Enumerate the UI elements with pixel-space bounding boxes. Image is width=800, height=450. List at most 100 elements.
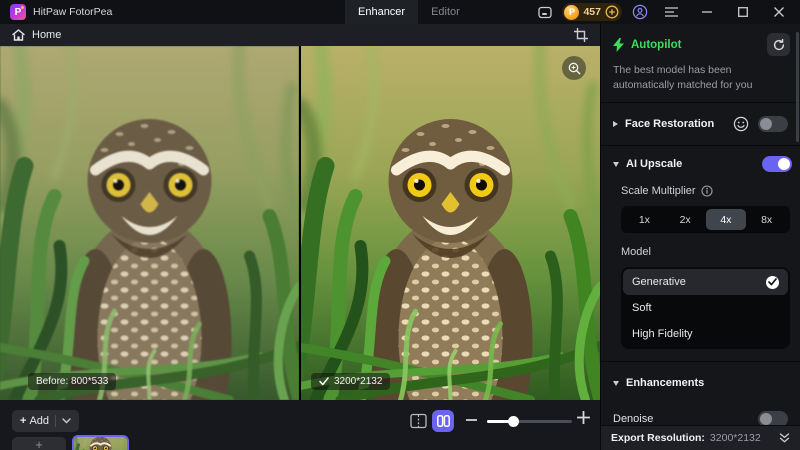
- close-button[interactable]: [766, 0, 792, 24]
- after-image-pane[interactable]: 3200*2132: [301, 46, 600, 400]
- double-chevron-down-icon[interactable]: [779, 433, 790, 443]
- face-restoration-toggle[interactable]: [758, 116, 788, 133]
- maximize-button[interactable]: [730, 0, 756, 24]
- crop-icon[interactable]: [574, 28, 588, 42]
- magnifier-plus-icon: [568, 62, 580, 74]
- chevron-down-icon: [613, 380, 619, 386]
- toggle-knob: [760, 413, 772, 426]
- home-label[interactable]: Home: [32, 29, 61, 41]
- before-image-pane[interactable]: Before: 800*533: [0, 46, 299, 400]
- model-option-high-fidelity[interactable]: High Fidelity: [623, 321, 788, 347]
- plus-icon: +: [20, 415, 27, 427]
- add-thumbnail-tile[interactable]: +: [12, 437, 66, 450]
- model-option-soft[interactable]: Soft: [623, 295, 788, 321]
- export-resolution-value: 3200*2132: [709, 432, 761, 444]
- toggle-knob: [760, 118, 772, 131]
- zoom-slider-knob[interactable]: [508, 416, 519, 427]
- scale-option-4x[interactable]: 4x: [705, 209, 747, 231]
- mode-tabs: Enhancer Editor: [345, 0, 473, 24]
- app-logo-icon: P: [10, 4, 26, 20]
- scale-multiplier-segmented: 1x 2x 4x 8x: [621, 206, 790, 234]
- ai-upscale-section: AI Upscale Scale Multiplier 1x 2x 4x 8x …: [601, 146, 800, 361]
- home-bar: Home: [0, 24, 600, 46]
- zoom-slider[interactable]: [487, 416, 572, 427]
- app-window: P HitPaw FotorPea Enhancer Editor P 457: [0, 0, 800, 450]
- main-area: Home Before: 800*533 3200*2132 + Add +: [0, 24, 600, 450]
- after-owl-image: [301, 46, 600, 400]
- coin-icon: P: [564, 4, 580, 20]
- scale-option-2x[interactable]: 2x: [665, 209, 706, 230]
- tile-plus-icon: +: [35, 437, 43, 450]
- add-image-button[interactable]: + Add: [12, 410, 80, 432]
- after-resolution-text: 3200*2132: [334, 376, 383, 387]
- after-resolution-badge: 3200*2132: [311, 373, 391, 390]
- autopilot-refresh-button[interactable]: [767, 33, 790, 56]
- add-credits-icon[interactable]: [605, 5, 619, 19]
- export-resolution-label: Export Resolution:: [611, 432, 705, 444]
- export-resolution-bar[interactable]: Export Resolution: 3200*2132: [601, 425, 800, 450]
- ai-upscale-toggle[interactable]: [762, 156, 792, 173]
- scale-multiplier-label-row: Scale Multiplier: [621, 185, 790, 197]
- enhancements-header[interactable]: Enhancements: [613, 372, 788, 394]
- app-name: HitPaw FotorPea: [33, 6, 113, 18]
- model-label: Model: [621, 246, 651, 259]
- bottom-toolbar: + Add +: [0, 400, 600, 450]
- home-icon[interactable]: [12, 29, 25, 41]
- add-button-divider: [55, 415, 57, 427]
- autopilot-description: The best model has been automatically ma…: [613, 64, 753, 91]
- chevron-right-icon: [613, 121, 618, 128]
- feedback-icon[interactable]: [538, 6, 553, 19]
- denoise-label: Denoise: [613, 413, 654, 426]
- chevron-down-icon: [613, 161, 619, 167]
- side-by-side-icon: [436, 415, 450, 427]
- selected-check-icon: [766, 275, 779, 289]
- minimize-button[interactable]: [694, 0, 720, 24]
- before-resolution-badge: Before: 800*533: [28, 373, 117, 390]
- autopilot-bolt-icon: [613, 37, 624, 52]
- enhancements-title: Enhancements: [626, 377, 705, 390]
- menu-icon[interactable]: [658, 0, 684, 24]
- add-label: Add: [29, 415, 50, 427]
- face-restoration-section[interactable]: Face Restoration: [601, 103, 800, 145]
- model-list: Generative Soft High Fidelity: [621, 267, 790, 350]
- model-option-generative[interactable]: Generative: [623, 269, 788, 296]
- account-icon[interactable]: [632, 4, 648, 20]
- ai-upscale-header[interactable]: AI Upscale: [613, 156, 792, 173]
- image-thumbnail[interactable]: [72, 435, 129, 450]
- credits-pill[interactable]: P 457: [562, 3, 622, 21]
- scale-multiplier-label: Scale Multiplier: [621, 185, 696, 198]
- model-option-label: Generative: [632, 276, 686, 289]
- before-resolution-text: Before: 800*533: [36, 376, 109, 387]
- before-owl-image: [0, 46, 299, 400]
- thumbnail-owl-image: [74, 437, 127, 450]
- scale-option-1x[interactable]: 1x: [624, 209, 665, 230]
- credits-count: 457: [583, 6, 601, 18]
- tab-editor[interactable]: Editor: [418, 0, 473, 24]
- toggle-knob: [778, 158, 790, 171]
- zoom-out-button[interactable]: [465, 412, 478, 424]
- chevron-down-icon[interactable]: [62, 418, 71, 424]
- magnifier-button[interactable]: [562, 56, 586, 80]
- face-preview-button[interactable]: [731, 114, 751, 134]
- smiley-icon: [733, 117, 749, 132]
- zoom-in-button[interactable]: [576, 410, 591, 427]
- model-option-label: High Fidelity: [632, 328, 693, 341]
- tab-enhancer[interactable]: Enhancer: [345, 0, 419, 24]
- autopilot-title: Autopilot: [631, 38, 682, 51]
- autopilot-header: Autopilot: [601, 24, 800, 56]
- titlebar-actions: P 457: [538, 0, 792, 24]
- refresh-icon: [773, 38, 784, 50]
- face-restoration-title: Face Restoration: [625, 118, 715, 131]
- titlebar: P HitPaw FotorPea Enhancer Editor P 457: [0, 0, 800, 24]
- side-by-side-view-button[interactable]: [432, 410, 454, 432]
- scale-option-8x[interactable]: 8x: [746, 209, 787, 230]
- ai-upscale-title: AI Upscale: [626, 158, 683, 171]
- model-option-label: Soft: [632, 302, 652, 315]
- sidebar: Autopilot The best model has been automa…: [600, 24, 800, 450]
- sidebar-scrollbar[interactable]: [796, 32, 799, 142]
- check-icon: [319, 377, 329, 386]
- split-view-icon[interactable]: [410, 413, 427, 432]
- brand: P HitPaw FotorPea: [0, 4, 112, 20]
- compare-viewer: Before: 800*533 3200*2132: [0, 46, 600, 400]
- info-icon[interactable]: [701, 185, 713, 197]
